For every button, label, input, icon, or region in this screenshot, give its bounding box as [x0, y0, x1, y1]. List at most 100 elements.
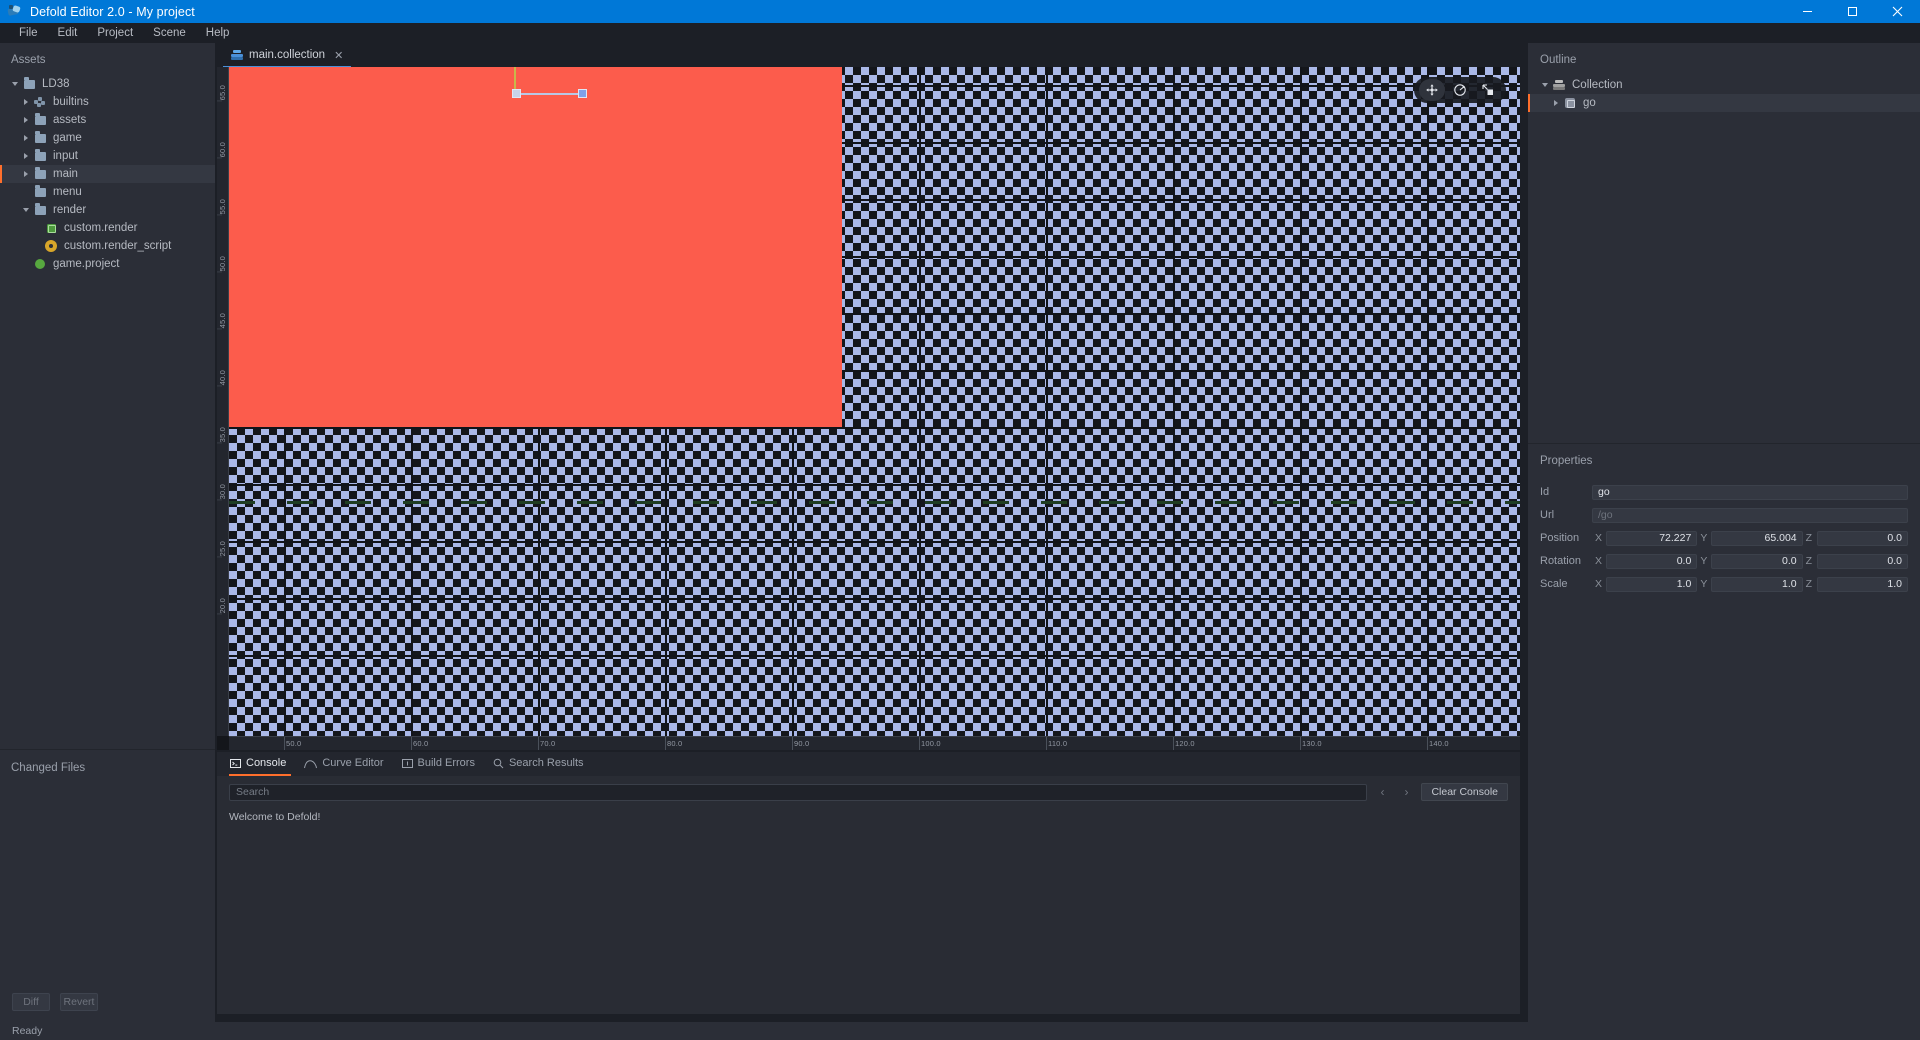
- outline-item-go[interactable]: go: [1528, 94, 1920, 112]
- scale-x-field[interactable]: 1.0: [1606, 576, 1698, 592]
- outline-tree[interactable]: Collection go: [1528, 76, 1920, 112]
- chevron-right-icon[interactable]: [19, 99, 32, 105]
- position-x-field[interactable]: 72.227: [1606, 530, 1698, 546]
- folder-icon: [32, 203, 48, 215]
- hruler-tick: 70.0: [538, 737, 556, 750]
- rotation-x-field[interactable]: 0.0: [1606, 553, 1698, 569]
- gizmo-origin-handle[interactable]: [512, 89, 521, 98]
- tree-item-label: custom.render: [64, 222, 138, 234]
- grid-line: [1300, 67, 1302, 736]
- menu-file[interactable]: File: [9, 23, 48, 43]
- tree-item-label: main: [53, 168, 78, 180]
- scene-canvas[interactable]: [229, 67, 1520, 736]
- editor-tab-bar: main.collection ✕: [217, 43, 1528, 67]
- outline-item-collection[interactable]: Collection: [1528, 76, 1920, 94]
- menu-help[interactable]: Help: [196, 23, 240, 43]
- chevron-right-icon[interactable]: [19, 135, 32, 141]
- property-row-scale: Scale X 1.0 Y 1.0 Z 1.0: [1540, 574, 1908, 594]
- render-file-icon: [43, 223, 59, 233]
- rotate-icon[interactable]: [1447, 79, 1473, 101]
- chevron-right-icon[interactable]: [19, 153, 32, 159]
- close-icon[interactable]: ✕: [334, 49, 343, 62]
- tab-search-results[interactable]: Search Results: [488, 752, 597, 774]
- axis-y-label: Y: [1700, 532, 1708, 544]
- assets-tree-item-render[interactable]: render: [0, 201, 215, 219]
- vruler-tick: 60.0: [218, 142, 227, 158]
- viewport-tool-group: [1414, 77, 1506, 103]
- chevron-right-icon[interactable]: [1549, 100, 1562, 106]
- axis-x-label: X: [1595, 555, 1603, 567]
- tab-main-collection[interactable]: main.collection ✕: [223, 43, 352, 67]
- rotation-label: Rotation: [1540, 555, 1581, 567]
- editor-area: main.collection ✕ 65.0 60.0 55.0 50.0 45…: [217, 43, 1528, 1022]
- tree-item-label: menu: [53, 186, 82, 198]
- assets-tree-item-custom-render[interactable]: custom.render: [0, 219, 215, 237]
- collection-icon: [231, 50, 243, 60]
- diff-button[interactable]: Diff: [12, 993, 50, 1011]
- console-output: Welcome to Defold!: [229, 811, 321, 823]
- chevron-down-icon[interactable]: [1538, 83, 1551, 87]
- move-icon[interactable]: [1419, 79, 1445, 101]
- property-row-rotation: Rotation X 0.0 Y 0.0 Z 0.0: [1540, 551, 1908, 571]
- console-icon: [230, 758, 241, 769]
- url-field[interactable]: /go: [1592, 507, 1908, 523]
- rotation-y-field[interactable]: 0.0: [1711, 553, 1803, 569]
- menu-edit[interactable]: Edit: [48, 23, 88, 43]
- assets-tree-item-builtins[interactable]: builtins: [0, 93, 215, 111]
- rotation-z-field[interactable]: 0.0: [1816, 553, 1908, 569]
- assets-tree-item-game-project[interactable]: game.project: [0, 255, 215, 273]
- assets-tree-item-custom-render_script[interactable]: custom.render_script: [0, 237, 215, 255]
- close-icon[interactable]: [1875, 0, 1920, 23]
- minimize-icon[interactable]: [1785, 0, 1830, 23]
- menu-project[interactable]: Project: [87, 23, 143, 43]
- hruler-tick: 80.0: [665, 737, 683, 750]
- scene-viewport[interactable]: 65.0 60.0 55.0 50.0 45.0 40.0 35.0 30.0 25.0 20.0…: [217, 67, 1520, 750]
- vruler-tick: 55.0: [218, 199, 227, 215]
- chevron-down-icon[interactable]: [19, 208, 32, 212]
- clear-console-button[interactable]: Clear Console: [1421, 783, 1508, 801]
- folder-icon: [32, 131, 48, 143]
- position-y-field[interactable]: 65.004: [1711, 530, 1803, 546]
- assets-tree-item-game[interactable]: game: [0, 129, 215, 147]
- outline-item-label: go: [1583, 97, 1596, 109]
- id-field[interactable]: go: [1592, 484, 1908, 500]
- tree-item-label: builtins: [53, 96, 89, 108]
- collection-icon: [1551, 80, 1567, 90]
- folder-icon: [32, 149, 48, 161]
- hruler-tick: 90.0: [792, 737, 810, 750]
- gizmo-x-handle[interactable]: [578, 89, 587, 98]
- assets-tree-item-ld38[interactable]: LD38: [0, 75, 215, 93]
- assets-tree-item-input[interactable]: input: [0, 147, 215, 165]
- assets-tree-item-assets[interactable]: assets: [0, 111, 215, 129]
- scale-y-field[interactable]: 1.0: [1711, 576, 1803, 592]
- tab-build-errors[interactable]: Build Errors: [397, 752, 488, 774]
- chevron-right-icon[interactable]: [19, 117, 32, 123]
- tree-item-label: render: [53, 204, 87, 216]
- position-label: Position: [1540, 532, 1580, 544]
- tree-item-label: game.project: [53, 258, 120, 270]
- chevron-right-icon[interactable]: [19, 171, 32, 177]
- outline-item-label: Collection: [1572, 79, 1623, 91]
- maximize-icon[interactable]: [1830, 0, 1875, 23]
- tab-console[interactable]: Console: [225, 752, 299, 776]
- console-panel: Console Curve Editor Build Errors Search…: [217, 752, 1520, 1014]
- outline-header: Outline: [1540, 54, 1577, 66]
- folder-icon: [32, 185, 48, 197]
- revert-button[interactable]: Revert: [60, 993, 98, 1011]
- scale-icon[interactable]: [1475, 79, 1501, 101]
- game-object-icon: [1562, 98, 1578, 108]
- menu-scene[interactable]: Scene: [143, 23, 196, 43]
- tab-label: Build Errors: [417, 757, 475, 769]
- position-z-field[interactable]: 0.0: [1816, 530, 1908, 546]
- chevron-left-icon[interactable]: ‹: [1373, 783, 1391, 801]
- assets-tree-item-menu[interactable]: menu: [0, 183, 215, 201]
- assets-tree[interactable]: LD38 builtins assets game input main menu rende…: [0, 75, 215, 749]
- chevron-down-icon[interactable]: [8, 82, 21, 86]
- console-tab-bar: Console Curve Editor Build Errors Search…: [217, 752, 1520, 776]
- tab-curve-editor[interactable]: Curve Editor: [299, 752, 396, 774]
- search-input[interactable]: [229, 783, 1368, 801]
- scale-z-field[interactable]: 1.0: [1816, 576, 1908, 592]
- assets-tree-item-main[interactable]: main: [0, 165, 215, 183]
- chevron-right-icon[interactable]: ›: [1397, 783, 1415, 801]
- move-gizmo-handle[interactable]: [512, 87, 588, 101]
